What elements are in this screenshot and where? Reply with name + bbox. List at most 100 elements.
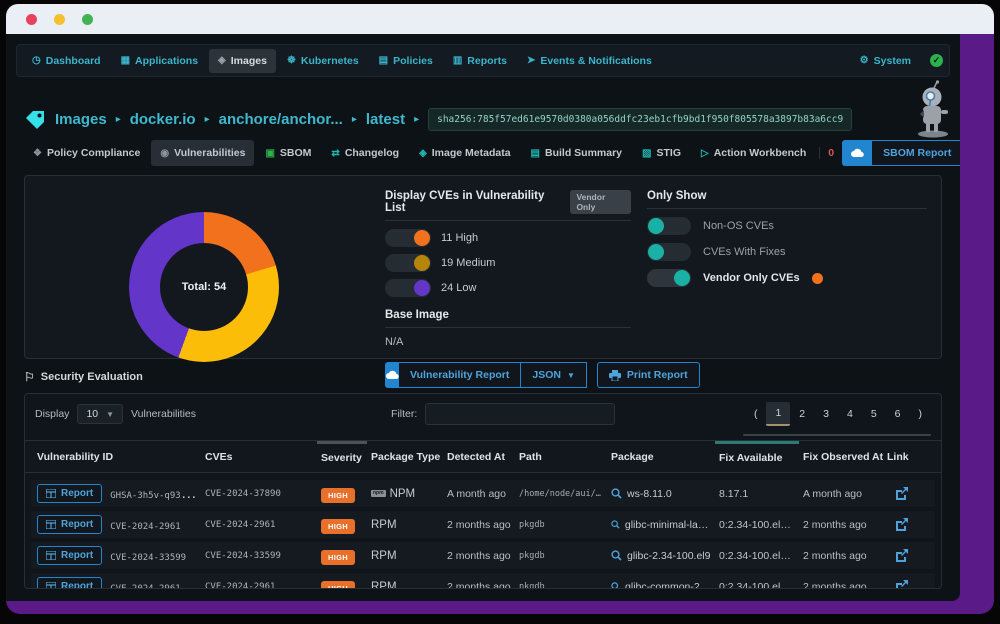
breadcrumb-item[interactable]: docker.io xyxy=(130,111,196,128)
column-header-package-type[interactable]: Package Type xyxy=(367,443,443,471)
fix-available: 8.17.1 xyxy=(715,488,799,500)
toggle-cves-with-fixes[interactable] xyxy=(647,243,691,261)
images-tag-icon: ◈ xyxy=(218,55,226,66)
fix-observed-at: 2 months ago xyxy=(799,519,883,531)
report-button[interactable]: Report xyxy=(37,484,102,503)
severity-legend-toggle-medium[interactable]: 19 Medium xyxy=(385,254,631,272)
nav-item-reports[interactable]: ▥Reports xyxy=(444,49,516,73)
legend-toggle[interactable] xyxy=(385,254,431,272)
nav-item-events-notifications[interactable]: ➤Events & Notifications xyxy=(518,49,661,73)
sbom-report-button[interactable]: SBOM Report xyxy=(872,140,960,166)
system-health-ok-icon[interactable]: ✓ xyxy=(930,54,943,67)
legend-toggle[interactable] xyxy=(385,229,431,247)
column-header-severity[interactable]: Severity xyxy=(317,441,367,472)
donut-chart[interactable]: Total: 54 xyxy=(129,212,279,362)
tab-stig[interactable]: ▨STIG xyxy=(633,140,690,166)
magnifier-icon xyxy=(611,581,620,588)
nav-item-system[interactable]: ⚙ System xyxy=(851,49,920,73)
column-header-fix-available[interactable]: Fix Available xyxy=(715,441,799,472)
report-button[interactable]: Report xyxy=(37,546,102,565)
breadcrumb-separator-icon: ▸ xyxy=(414,114,419,125)
nav-item-images[interactable]: ◈Images xyxy=(209,49,276,73)
changelog-arrows-icon: ⇄ xyxy=(331,148,339,159)
package-link[interactable]: ws-8.11.0 xyxy=(607,488,715,500)
severity-legend-toggle-high[interactable]: 11 High xyxy=(385,229,631,247)
breadcrumb-item[interactable]: Images xyxy=(55,111,107,128)
breadcrumb-item[interactable]: anchore/anchor... xyxy=(219,111,343,128)
severity-badge: HIGH xyxy=(321,581,355,589)
vulnerability-id: CVE-2024-33599 xyxy=(110,553,186,563)
report-table-icon xyxy=(46,551,56,560)
tab-image-metadata[interactable]: ◈Image Metadata xyxy=(410,140,519,166)
external-link-icon xyxy=(895,487,908,500)
report-button[interactable]: Report xyxy=(37,577,102,588)
package-link[interactable]: glibc-2.34-100.el9 xyxy=(607,550,715,562)
report-button[interactable]: Report xyxy=(37,515,102,534)
column-header-path[interactable]: Path xyxy=(515,443,607,471)
tab-sbom[interactable]: ▣SBOM xyxy=(256,140,320,166)
external-link-button[interactable] xyxy=(883,580,933,588)
filter-input[interactable] xyxy=(425,403,615,425)
external-link-button[interactable] xyxy=(883,487,933,500)
magnifier-icon xyxy=(611,488,622,499)
only-show-row: Non-OS CVEs xyxy=(647,217,927,235)
column-header-fix-observed-at[interactable]: Fix Observed At xyxy=(799,443,883,471)
nav-item-applications[interactable]: ▦Applications xyxy=(112,49,207,73)
cloud-download-icon xyxy=(850,147,864,159)
workbench-count-badge: 0 xyxy=(819,147,842,159)
column-header-detected-at[interactable]: Detected At xyxy=(443,443,515,471)
pagination-page-6[interactable]: 6 xyxy=(886,403,910,425)
nav-item-policies[interactable]: ▤Policies xyxy=(370,49,442,73)
image-tab-bar: ❖Policy Compliance◉Vulnerabilities▣SBOM⇄… xyxy=(16,140,950,166)
column-header-vulnerability-id[interactable]: Vulnerability ID xyxy=(33,443,201,471)
tab-action-workbench[interactable]: ▷Action Workbench xyxy=(692,140,815,166)
toggle-non-os-cves[interactable] xyxy=(647,217,691,235)
fix-observed-at: 2 months ago xyxy=(799,550,883,562)
legend-toggle[interactable] xyxy=(385,279,431,297)
column-header-package[interactable]: Package xyxy=(607,443,715,471)
breadcrumb-item[interactable]: latest xyxy=(366,111,405,128)
download-sbom-button[interactable] xyxy=(842,140,872,166)
pagination-prev-icon[interactable]: ( xyxy=(745,403,767,425)
only-show-title: Only Show xyxy=(647,190,706,202)
tab-policy-compliance[interactable]: ❖Policy Compliance xyxy=(24,140,149,166)
pagination-page-2[interactable]: 2 xyxy=(790,403,814,425)
pagination-next-icon[interactable]: ) xyxy=(910,403,932,425)
pagination-page-5[interactable]: 5 xyxy=(862,403,886,425)
tab-build-summary[interactable]: ▤Build Summary xyxy=(522,140,631,166)
page-size-select[interactable]: 10 ▼ xyxy=(77,404,123,424)
pagination-page-3[interactable]: 3 xyxy=(814,403,838,425)
package-link[interactable]: glibc-common-2.34-10 xyxy=(607,581,715,589)
column-header-link[interactable]: Link xyxy=(883,443,933,471)
close-window-button[interactable] xyxy=(26,14,37,25)
only-show-row: CVEs With Fixes xyxy=(647,243,927,261)
minimize-window-button[interactable] xyxy=(54,14,65,25)
cve-id: CVE-2024-2961 xyxy=(201,520,317,530)
package-link[interactable]: glibc-minimal-langpack xyxy=(607,519,715,531)
toggle-vendor-only-cves[interactable] xyxy=(647,269,691,287)
pagination-page-1[interactable]: 1 xyxy=(766,402,790,426)
pagination: (123456) xyxy=(745,402,931,426)
external-link-button[interactable] xyxy=(883,518,933,531)
breadcrumb: Images▸docker.io▸anchore/anchor...▸lates… xyxy=(16,108,950,131)
image-digest-badge[interactable]: sha256:785f57ed61e9570d0380a056ddfc23eb1… xyxy=(428,108,852,131)
column-header-cves[interactable]: CVEs xyxy=(201,443,317,471)
fix-available: 0:2.34-100.el9_4.2 xyxy=(715,519,799,531)
severity-legend-toggle-low[interactable]: 24 Low xyxy=(385,279,631,297)
anchore-app: ◷Dashboard▦Applications◈Images☸Kubernete… xyxy=(6,34,960,601)
policies-book-icon: ▤ xyxy=(379,55,388,66)
only-show-row: Vendor Only CVEs xyxy=(647,269,927,287)
vulnerability-summary-panel: Total: 54 Display CVEs in Vulnerability … xyxy=(24,175,942,359)
tab-changelog[interactable]: ⇄Changelog xyxy=(322,140,408,166)
pagination-page-4[interactable]: 4 xyxy=(838,403,862,425)
cve-id: CVE-2024-33599 xyxy=(201,551,317,561)
maximize-window-button[interactable] xyxy=(82,14,93,25)
nav-item-kubernetes[interactable]: ☸Kubernetes xyxy=(278,49,368,73)
breadcrumb-separator-icon: ▸ xyxy=(352,114,357,125)
shield-check-icon: ❖ xyxy=(33,148,42,159)
horizontal-scrollbar[interactable] xyxy=(743,434,931,436)
tab-vulnerabilities[interactable]: ◉Vulnerabilities xyxy=(151,140,254,166)
nav-item-dashboard[interactable]: ◷Dashboard xyxy=(23,49,110,73)
external-link-icon xyxy=(895,580,908,588)
external-link-button[interactable] xyxy=(883,549,933,562)
